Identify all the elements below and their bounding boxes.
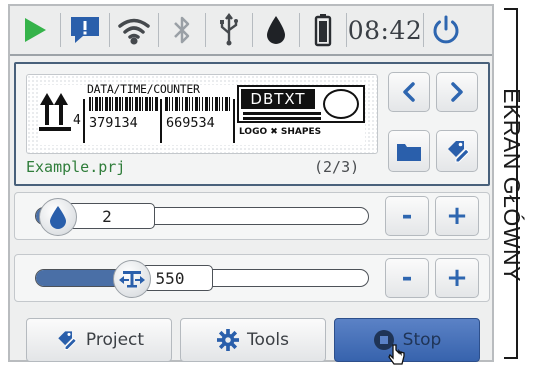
minus-icon: - [401, 263, 413, 293]
wifi-icon [110, 5, 158, 55]
prev-project-button[interactable] [388, 72, 430, 112]
ink-drop-icon [253, 5, 299, 55]
ink-level-minus-button[interactable]: - [385, 196, 429, 236]
tools-button-label: Tools [247, 330, 289, 350]
ink-level-value-text: 2 [102, 206, 112, 226]
barcode [89, 97, 159, 111]
open-folder-button[interactable] [388, 130, 430, 172]
minus-icon: - [401, 201, 413, 231]
spacing-value-text: 550 [155, 268, 185, 288]
mouse-cursor-icon [388, 344, 405, 365]
tools-button[interactable]: Tools [180, 318, 326, 362]
spacing-slider-panel: 550 - + [14, 254, 490, 302]
edit-label-icon [58, 331, 77, 350]
label-preview[interactable]: 4 DATA/TIME/COUNTER 379134 669534 DBTXT [26, 74, 378, 154]
folder-icon [397, 144, 421, 161]
label-divider [160, 99, 162, 143]
spread-arrows-icon [118, 271, 145, 288]
usb-icon [206, 5, 252, 55]
ink-level-slider-handle[interactable] [39, 198, 78, 236]
label-logo-box: DBTXT [237, 85, 365, 123]
stop-button[interactable]: Stop [334, 318, 480, 362]
play-icon[interactable] [10, 5, 60, 55]
barcode [165, 97, 231, 111]
project-panel: 4 DATA/TIME/COUNTER 379134 669534 DBTXT [14, 62, 490, 186]
ink-drop-icon [50, 206, 67, 229]
label-title: DATA/TIME/COUNTER [87, 82, 200, 96]
side-label: EKRAN GŁÓWNY [499, 88, 525, 282]
message-alert-icon[interactable] [61, 5, 109, 55]
label-footer: LOGO ✖ SHAPES [239, 127, 322, 137]
clock-time: 08:42 [347, 15, 423, 45]
label-code-1: 379134 [89, 115, 138, 131]
status-bar: 08:42 [10, 6, 492, 56]
spacing-minus-button[interactable]: - [385, 258, 429, 298]
label-divider [233, 99, 235, 143]
project-button-label: Project [85, 330, 145, 350]
stop-button-label: Stop [402, 330, 442, 350]
label-small-number: 4 [73, 113, 81, 128]
spacing-plus-button[interactable]: + [435, 258, 479, 298]
label-divider [83, 99, 85, 143]
label-circle [323, 89, 359, 119]
plus-icon: + [446, 263, 468, 293]
label-code-2: 669534 [166, 115, 215, 131]
power-icon[interactable] [424, 5, 468, 55]
edit-label-icon [448, 141, 470, 163]
project-name: Example.prj [26, 158, 126, 176]
chevron-right-icon [451, 82, 463, 102]
chevron-left-icon [403, 82, 415, 102]
label-box-text: DBTXT [250, 90, 306, 108]
gear-icon [217, 329, 240, 351]
next-project-button[interactable] [436, 72, 478, 112]
project-button[interactable]: Project [26, 318, 172, 362]
bluetooth-icon [159, 5, 205, 55]
battery-icon [300, 5, 346, 55]
ink-level-plus-button[interactable]: + [435, 196, 479, 236]
clock: 08:42 [347, 5, 423, 55]
this-way-up-icon [39, 93, 71, 131]
spacing-slider-handle[interactable] [112, 260, 151, 298]
plus-icon: + [446, 201, 468, 231]
ink-level-slider-panel: 2 - + [14, 192, 490, 240]
device-screen: 08:42 4 DATA/TIME/COUNTER 379134 669534 … [8, 4, 494, 365]
edit-project-button[interactable] [436, 130, 478, 172]
label-canvas: 4 DATA/TIME/COUNTER 379134 669534 DBTXT [39, 82, 365, 145]
project-counter: (2/3) [314, 158, 360, 176]
